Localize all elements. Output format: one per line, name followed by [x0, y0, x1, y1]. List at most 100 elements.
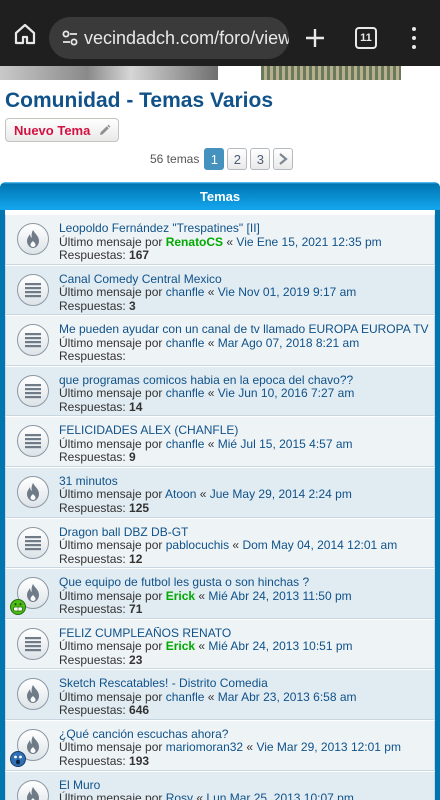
last-post-label: Último mensaje por: [59, 639, 163, 654]
topic-row[interactable]: El Muro Último mensaje por Rosy « Lun Mar…: [5, 770, 435, 800]
topic-text: que programas comicos habia en la epoca …: [59, 373, 355, 414]
last-post-date-link[interactable]: Dom May 04, 2014 12:01 am: [242, 538, 397, 552]
last-post-date-link[interactable]: Jue May 29, 2014 2:24 pm: [210, 487, 352, 502]
replies-label: Respuestas:: [59, 703, 126, 718]
topic-row[interactable]: FELICIDADES ALEX (CHANFLE) Último mensaje…: [5, 416, 435, 467]
topic-title-link[interactable]: FELICIDADES ALEX (CHANFLE): [59, 424, 238, 437]
topic-row[interactable]: que programas comicos habia en la epoca …: [5, 365, 435, 417]
author-link[interactable]: chanfle: [166, 690, 205, 704]
site-settings-icon[interactable]: [55, 17, 84, 59]
replies-label: Respuestas:: [59, 399, 126, 414]
topic-row[interactable]: Canal Comedy Central Mexico Último mensaj…: [5, 264, 435, 316]
next-page-icon[interactable]: [273, 148, 294, 170]
home-icon[interactable]: [12, 21, 38, 47]
topic-text: FELIZ CUMPLEAÑOS RENATO Último mensaje po…: [59, 626, 353, 667]
browser-toolbar: vecindadch.com/foro/viewf 11: [0, 0, 440, 66]
topic-read-icon: [17, 526, 49, 559]
topics-count: 56 temas: [150, 152, 200, 166]
last-post-date-link[interactable]: Mié Abr 24, 2013 10:51 pm: [208, 639, 352, 654]
topic-title-link[interactable]: Me pueden ayudar con un canal de tv llam…: [59, 323, 429, 336]
topic-title-link[interactable]: FELIZ CUMPLEAÑOS RENATO: [59, 627, 231, 640]
topic-title-link[interactable]: Que equipo de futbol les gusta o son hin…: [59, 576, 309, 589]
author-link[interactable]: mariomoran32: [166, 740, 243, 755]
replies-label: Respuestas:: [59, 753, 126, 768]
topic-row[interactable]: Leopoldo Fernández "Trespatines" [II] Últ…: [5, 214, 435, 265]
last-post-date-link[interactable]: Mar Ago 07, 2018 8:21 am: [218, 336, 359, 350]
author-link[interactable]: Atoon: [165, 487, 196, 502]
tab-switcher-button[interactable]: 11: [355, 27, 377, 49]
page-3-button[interactable]: 3: [250, 148, 271, 170]
more-menu-icon[interactable]: [404, 24, 424, 52]
pagination: 56 temas 1 2 3: [150, 148, 294, 170]
topic-read-icon: [17, 627, 49, 660]
surprised-emoji-icon: [10, 750, 26, 767]
last-post-date-link[interactable]: Lun Mar 25, 2013 10:07 pm: [206, 791, 353, 800]
last-post-label: Último mensaje por: [59, 487, 163, 502]
last-post-date-link[interactable]: Vie Jun 10, 2016 7:27 am: [218, 386, 355, 401]
replies-label: Respuestas:: [59, 298, 126, 313]
topic-title-link[interactable]: ¿Qué canción escuchas ahora?: [59, 728, 228, 741]
topic-row[interactable]: Que equipo de futbol les gusta o son hin…: [5, 568, 435, 619]
topic-list: Leopoldo Fernández "Trespatines" [II] Últ…: [5, 210, 435, 800]
topic-text: Canal Comedy Central Mexico Último mensaj…: [59, 272, 357, 313]
last-post-date-link[interactable]: Vie Mar 29, 2013 12:01 pm: [256, 740, 401, 755]
replies-count: 193: [129, 753, 150, 768]
topic-read-icon: [17, 374, 49, 407]
replies-label: Respuestas:: [59, 248, 126, 262]
author-link[interactable]: chanfle: [166, 336, 205, 350]
author-link[interactable]: RenatoCS: [166, 235, 223, 249]
last-post-date-link[interactable]: Mar Abr 23, 2013 6:58 am: [218, 690, 357, 704]
replies-count: 12: [129, 551, 143, 566]
last-post-date-link[interactable]: Vie Nov 01, 2019 9:17 am: [218, 285, 357, 299]
replies-label: Respuestas:: [59, 349, 126, 364]
banner-image-right: [261, 66, 401, 80]
replies-count: 23: [129, 652, 143, 667]
topic-text: Me pueden ayudar con un canal de tv llam…: [59, 323, 429, 364]
last-post-date-link[interactable]: Vie Ene 15, 2021 12:35 pm: [236, 235, 381, 249]
topic-read-icon: [17, 425, 49, 458]
topic-text: Dragon ball DBZ DB-GT Último mensaje por …: [59, 525, 398, 566]
page-2-button[interactable]: 2: [227, 148, 248, 170]
topic-row[interactable]: FELIZ CUMPLEAÑOS RENATO Último mensaje po…: [5, 618, 435, 670]
last-post-label: Último mensaje por: [59, 538, 163, 553]
last-post-label: Último mensaje por: [59, 436, 163, 451]
topic-title-link[interactable]: Canal Comedy Central Mexico: [59, 273, 222, 286]
grin-emoji-icon: [10, 599, 26, 616]
author-link[interactable]: Erick: [166, 639, 195, 654]
topic-text: Sketch Rescatables! - Distrito Comedia Úl…: [59, 677, 357, 718]
replies-count: 167: [129, 248, 150, 262]
topic-title-link[interactable]: Leopoldo Fernández "Trespatines" [II]: [59, 222, 260, 235]
replies-count: 646: [129, 703, 150, 718]
replies-count: 9: [129, 450, 136, 465]
topic-text: El Muro Último mensaje por Rosy « Lun Mar…: [59, 779, 430, 800]
page-title[interactable]: Comunidad - Temas Varios: [5, 89, 273, 113]
author-link[interactable]: Rosy: [166, 791, 193, 800]
author-link[interactable]: chanfle: [166, 386, 205, 401]
topic-title-link[interactable]: Dragon ball DBZ DB-GT: [59, 526, 188, 539]
new-topic-button[interactable]: Nuevo Tema: [5, 118, 119, 142]
replies-label: Respuestas:: [59, 500, 126, 515]
replies-label: Respuestas:: [59, 602, 126, 617]
topic-row[interactable]: Me pueden ayudar con un canal de tv llam…: [5, 315, 435, 366]
topic-title-link[interactable]: El Muro: [59, 779, 100, 792]
header-banner: [0, 66, 440, 80]
new-tab-icon[interactable]: [301, 24, 329, 52]
author-link[interactable]: pablocuchis: [166, 538, 229, 552]
author-link[interactable]: Erick: [166, 589, 195, 603]
address-bar[interactable]: vecindadch.com/foro/viewf: [49, 17, 289, 59]
topic-row[interactable]: ¿Qué canción escuchas ahora? Último mensa…: [5, 719, 435, 771]
replies-count: 14: [129, 399, 143, 414]
author-link[interactable]: chanfle: [166, 437, 205, 451]
last-post-date-link[interactable]: Mié Abr 24, 2013 11:50 pm: [208, 589, 351, 603]
author-link[interactable]: chanfle: [166, 285, 205, 299]
last-post-date-link[interactable]: Mié Jul 15, 2015 4:57 am: [218, 437, 353, 451]
topic-row[interactable]: Dragon ball DBZ DB-GT Último mensaje por …: [5, 517, 435, 569]
topics-panel: Temas Leopoldo Fernández "Trespatines" […: [0, 182, 440, 800]
topic-title-link[interactable]: que programas comicos habia en la epoca …: [59, 374, 353, 387]
topic-title-link[interactable]: Sketch Rescatables! - Distrito Comedia: [59, 677, 268, 690]
topic-row[interactable]: Sketch Rescatables! - Distrito Comedia Úl…: [5, 669, 435, 720]
page-1-button[interactable]: 1: [204, 148, 225, 170]
topic-row[interactable]: 31 minutos Último mensaje por Atoon « Jue…: [5, 466, 435, 518]
last-post-label: Último mensaje por: [59, 740, 163, 755]
replies-label: Respuestas:: [59, 652, 126, 667]
